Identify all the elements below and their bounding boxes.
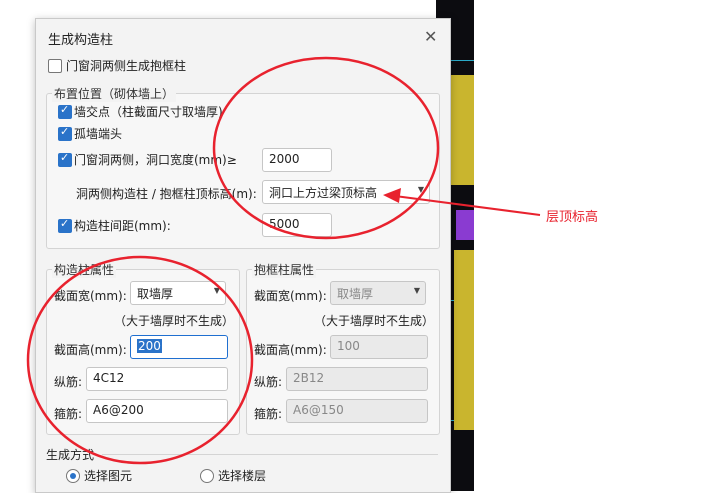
annotation-ellipse-bottom	[26, 255, 254, 465]
annotation-ellipse-top	[212, 56, 440, 240]
annotation-arrow-line	[394, 195, 541, 216]
annotation-text: 层顶标高	[546, 210, 599, 225]
annotation-arrow-head	[383, 188, 401, 203]
annotation-overlay	[26, 56, 541, 465]
